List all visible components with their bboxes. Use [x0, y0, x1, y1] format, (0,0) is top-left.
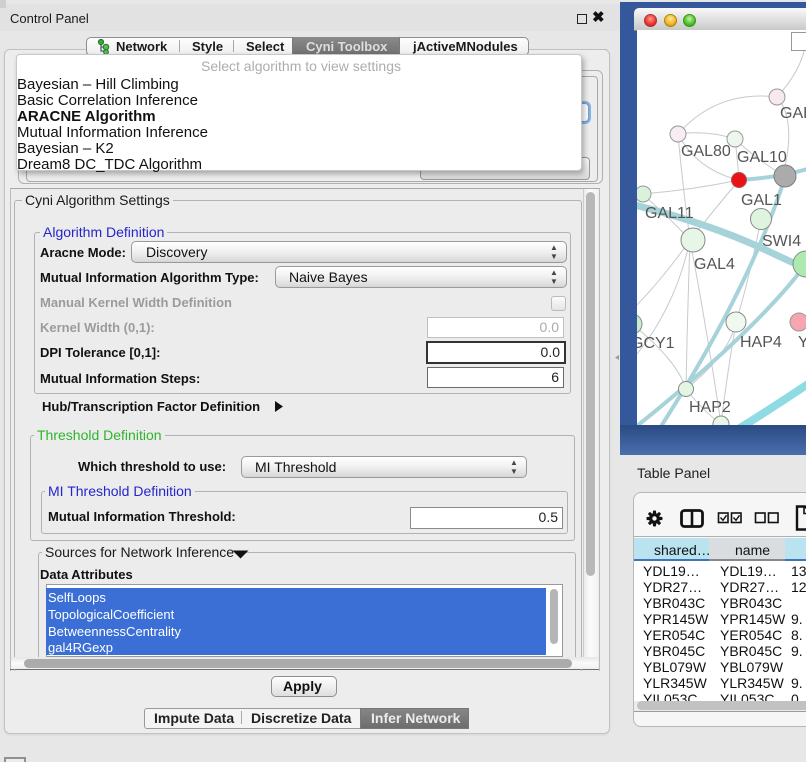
svg-text:GAL7: GAL7: [780, 105, 806, 122]
svg-text:SWI4: SWI4: [762, 233, 801, 250]
svg-text:HAP4: HAP4: [740, 334, 782, 351]
svg-text:Y: Y: [798, 334, 806, 351]
svg-text:HAP2: HAP2: [689, 399, 731, 416]
svg-text:GAL11: GAL11: [645, 205, 694, 222]
svg-text:GAL1: GAL1: [741, 192, 782, 209]
svg-text:GAL4: GAL4: [694, 256, 735, 273]
svg-text:GAL80: GAL80: [681, 143, 731, 160]
svg-text:GAL10: GAL10: [737, 149, 787, 166]
svg-text:GCY1: GCY1: [637, 335, 675, 352]
